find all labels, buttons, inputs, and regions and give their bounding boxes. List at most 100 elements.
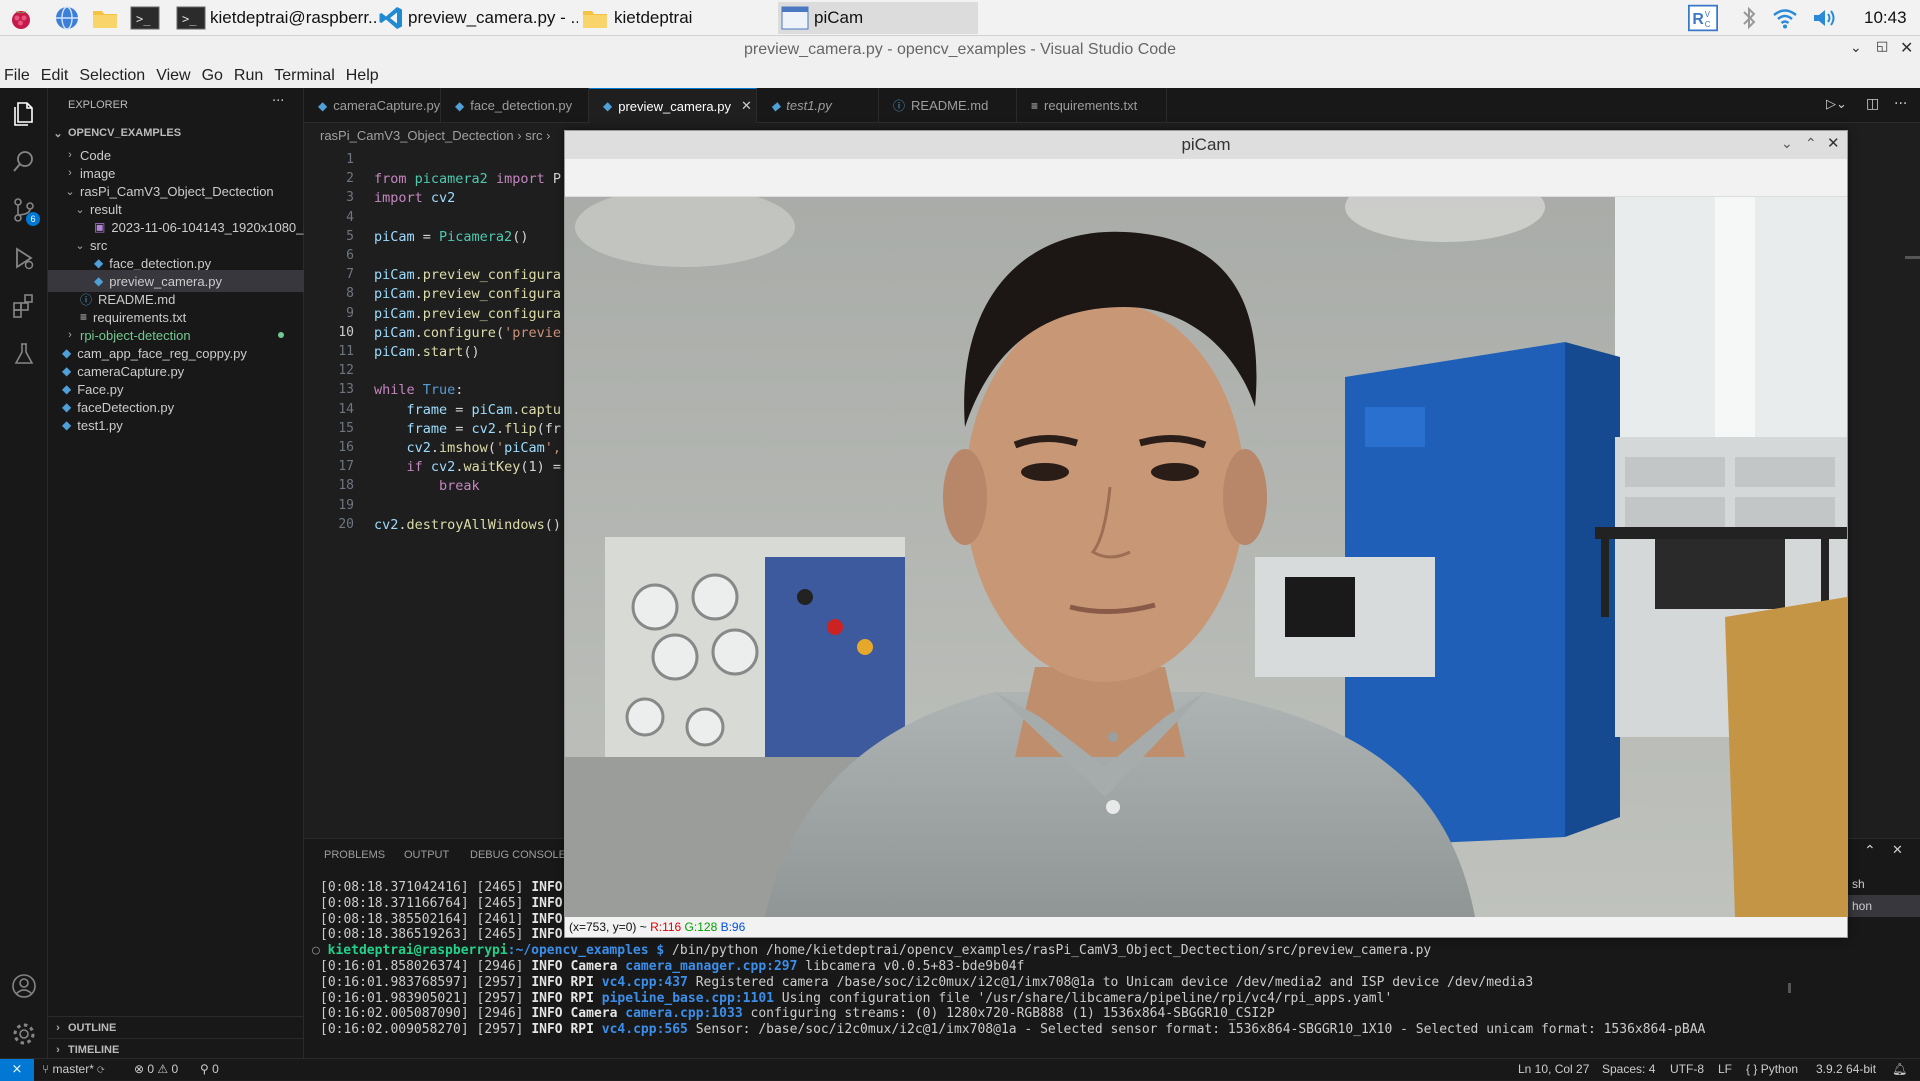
editor-scrollbar[interactable]: [1905, 256, 1920, 259]
menu-go[interactable]: Go: [202, 67, 223, 85]
picam-minimize-icon[interactable]: ⌄: [1781, 135, 1793, 152]
taskbar-picam-window[interactable]: piCam: [778, 2, 978, 34]
explorer-icon[interactable]: [10, 100, 38, 128]
menu-edit[interactable]: Edit: [41, 67, 69, 85]
python-file-icon: ◆: [62, 346, 72, 360]
taskbar-vscode-window[interactable]: preview_camera.py - ...: [378, 2, 578, 34]
terminal-line: [0:16:01.983768597] [2957] INFO RPI vc4.…: [320, 975, 1533, 990]
clock[interactable]: 10:43: [1864, 2, 1907, 34]
tree-item-label: result: [90, 201, 122, 217]
terminal-launcher[interactable]: >_: [130, 2, 164, 34]
menu-run[interactable]: Run: [234, 67, 263, 85]
account-icon[interactable]: [10, 972, 38, 1000]
tab-readme[interactable]: ⓘ README.md: [879, 88, 1017, 123]
taskbar-terminal-window[interactable]: >_ kietdeptrai@raspberr...: [176, 2, 376, 34]
browser-launcher[interactable]: [52, 2, 86, 34]
minimize-icon[interactable]: ⌄: [1850, 40, 1862, 56]
timeline-section[interactable]: › TIMELINE: [48, 1038, 304, 1060]
code-line[interactable]: frame = piCam.captu: [374, 402, 564, 418]
chevron-down-icon: ⌄: [75, 203, 85, 216]
line-number: 16: [338, 440, 354, 455]
indentation-status[interactable]: Spaces: 4: [1602, 1062, 1655, 1076]
code-line[interactable]: from picamera2 import P: [374, 171, 564, 187]
camera-preview-image[interactable]: [565, 197, 1847, 917]
settings-gear-icon[interactable]: [10, 1020, 38, 1048]
close-icon[interactable]: ✕: [1900, 38, 1913, 57]
code-line[interactable]: if cv2.waitKey(1) =: [374, 459, 564, 475]
breadcrumb[interactable]: rasPi_CamV3_Object_Dectection › src ›: [304, 124, 564, 146]
code-line[interactable]: piCam.configure('previe: [374, 325, 564, 341]
eol-status[interactable]: LF: [1718, 1062, 1732, 1076]
maximize-icon[interactable]: ◱: [1876, 39, 1888, 54]
taskbar-files-window[interactable]: kietdeptrai: [580, 2, 770, 34]
tree-item-label: face_detection.py: [109, 255, 212, 271]
tree-item-label: src: [90, 237, 108, 253]
svg-text:>_: >_: [136, 12, 151, 26]
code-line[interactable]: piCam.start(): [374, 344, 564, 360]
language-status[interactable]: { } Python: [1746, 1062, 1798, 1076]
problems-status[interactable]: ⊗ 0 ⚠ 0: [134, 1062, 178, 1076]
close-tab-icon[interactable]: ✕: [741, 98, 752, 114]
more-actions-icon[interactable]: ···: [272, 94, 284, 109]
code-line[interactable]: cv2.imshow('piCam',: [374, 440, 564, 456]
tree-item-label: preview_camera.py: [109, 273, 222, 289]
source-control-icon[interactable]: 6: [10, 196, 40, 226]
git-branch-status[interactable]: ⑂ master* ⟳: [42, 1062, 104, 1076]
code-line[interactable]: cv2.destroyAllWindows(): [374, 517, 564, 533]
workspace-root[interactable]: ⌄ OPENCV_EXAMPLES: [48, 122, 304, 144]
bluetooth-tray-button[interactable]: [1734, 2, 1768, 34]
panel-tab-output[interactable]: OUTPUT: [404, 849, 449, 861]
code-line[interactable]: piCam.preview_configura: [374, 286, 564, 302]
menu-view[interactable]: View: [156, 67, 190, 85]
code-line[interactable]: break: [374, 478, 564, 494]
code-line[interactable]: import cv2: [374, 190, 564, 206]
panel-tab-debug-console[interactable]: DEBUG CONSOLE: [470, 849, 566, 861]
close-panel-icon[interactable]: ✕: [1892, 843, 1903, 858]
interpreter-status[interactable]: 3.9.2 64-bit: [1816, 1062, 1876, 1076]
testing-icon[interactable]: [10, 340, 38, 368]
tree-item-test1[interactable]: ◆ test1.py: [48, 414, 304, 436]
picam-maximize-icon[interactable]: ⌃: [1805, 135, 1817, 152]
picam-titlebar[interactable]: piCam ⌄ ⌃ ✕: [565, 131, 1847, 159]
menu-terminal[interactable]: Terminal: [274, 67, 334, 85]
terminal-instance-sh[interactable]: sh: [1844, 873, 1920, 895]
remote-indicator-icon[interactable]: ⨯: [0, 1059, 34, 1081]
tab-test1[interactable]: ◆ test1.py: [757, 88, 879, 123]
code-line[interactable]: piCam.preview_configura: [374, 306, 564, 322]
tab-requirements[interactable]: ≡ requirements.txt: [1017, 88, 1167, 123]
vnc-tray-button[interactable]: RVC: [1688, 2, 1722, 34]
picam-close-icon[interactable]: ✕: [1827, 134, 1840, 152]
tab-face-detection[interactable]: ◆ face_detection.py: [441, 88, 589, 123]
panel-tab-problems[interactable]: PROBLEMS: [324, 849, 385, 861]
menu-help[interactable]: Help: [346, 67, 379, 85]
menu-file[interactable]: File: [4, 67, 30, 85]
cursor-position[interactable]: Ln 10, Col 27: [1518, 1062, 1589, 1076]
log-timestamp: [0:08:18.371166764] [2465]: [320, 895, 524, 911]
wifi-tray-button[interactable]: [1770, 2, 1804, 34]
terminal-instance-python[interactable]: hon: [1844, 895, 1920, 917]
tab-preview-camera[interactable]: ◆ preview_camera.py ✕: [589, 88, 757, 123]
raspberry-menu-button[interactable]: [6, 2, 40, 34]
terminal-scrollbar[interactable]: [1788, 983, 1791, 993]
code-line[interactable]: frame = cv2.flip(fr: [374, 421, 564, 437]
python-file-icon: ◆: [62, 382, 72, 396]
tab-camera-capture[interactable]: ◆ cameraCapture.py: [304, 88, 441, 123]
run-debug-icon[interactable]: [10, 244, 38, 272]
split-editor-icon[interactable]: ◫: [1866, 96, 1879, 112]
menu-selection[interactable]: Selection: [79, 67, 145, 85]
maximize-panel-icon[interactable]: ⌃: [1864, 843, 1876, 859]
ports-status[interactable]: ⚲ 0: [200, 1062, 219, 1076]
code-line[interactable]: while True:: [374, 382, 564, 398]
files-launcher[interactable]: [90, 2, 124, 34]
notifications-bell-icon[interactable]: 🔔︎: [1892, 1062, 1907, 1076]
code-line[interactable]: piCam.preview_configura: [374, 267, 564, 283]
extensions-icon[interactable]: [10, 292, 38, 320]
search-icon[interactable]: [10, 148, 38, 176]
volume-tray-button[interactable]: [1810, 2, 1844, 34]
outline-section[interactable]: › OUTLINE: [48, 1016, 304, 1038]
code-line[interactable]: piCam = Picamera2(): [374, 229, 564, 245]
editor-more-icon[interactable]: ···: [1894, 96, 1907, 112]
red-value: R:116: [650, 920, 682, 934]
run-file-icon[interactable]: ▷⌄: [1826, 97, 1847, 112]
encoding-status[interactable]: UTF-8: [1670, 1062, 1704, 1076]
